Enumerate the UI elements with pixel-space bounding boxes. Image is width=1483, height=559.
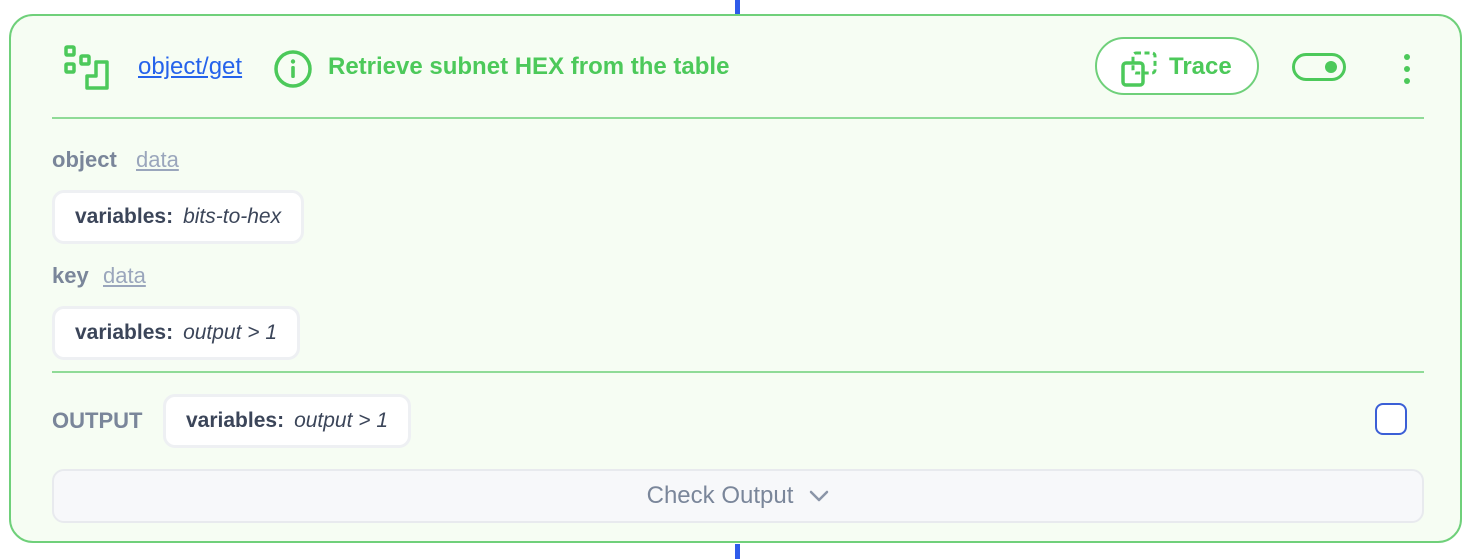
info-icon[interactable]: [273, 49, 313, 89]
header-divider: [52, 117, 1424, 119]
step-icon: [64, 45, 109, 90]
step-enabled-toggle[interactable]: [1292, 53, 1346, 81]
connector-top: [735, 0, 740, 14]
check-output-button[interactable]: Check Output: [52, 469, 1424, 523]
step-description: Retrieve subnet HEX from the table: [328, 53, 730, 80]
trace-icon: [1121, 51, 1157, 87]
param-value-chip-object[interactable]: variables: bits-to-hex: [52, 190, 305, 244]
chip-key: variables:: [75, 205, 174, 228]
param-type-key[interactable]: data: [103, 263, 146, 289]
step-header: object/get Retrieve subnet HEX from the …: [11, 16, 1460, 120]
chip-value: output > 1: [183, 321, 278, 344]
chip-key: variables:: [186, 409, 285, 432]
toggle-knob: [1325, 61, 1337, 73]
trace-button[interactable]: Trace: [1095, 37, 1259, 95]
output-value-chip[interactable]: variables: output > 1: [163, 394, 412, 448]
connector-bottom: [735, 544, 740, 559]
chevron-down-icon: [810, 490, 829, 502]
step-name-link[interactable]: object/get: [138, 53, 242, 81]
param-label-key: key: [52, 263, 89, 288]
trace-button-label: Trace: [1169, 53, 1232, 80]
check-output-label: Check Output: [646, 482, 794, 509]
chip-value: output > 1: [294, 409, 389, 432]
output-label: OUTPUT: [52, 408, 143, 433]
params-divider: [52, 371, 1424, 373]
chip-key: variables:: [75, 321, 174, 344]
kebab-menu-icon[interactable]: [1399, 54, 1415, 84]
param-value-chip-key[interactable]: variables: output > 1: [52, 306, 301, 360]
param-label-object: object: [52, 147, 117, 172]
param-type-object[interactable]: data: [136, 147, 179, 173]
output-checkbox[interactable]: [1375, 403, 1407, 435]
chip-value: bits-to-hex: [183, 205, 282, 228]
step-card: object/get Retrieve subnet HEX from the …: [9, 14, 1462, 543]
